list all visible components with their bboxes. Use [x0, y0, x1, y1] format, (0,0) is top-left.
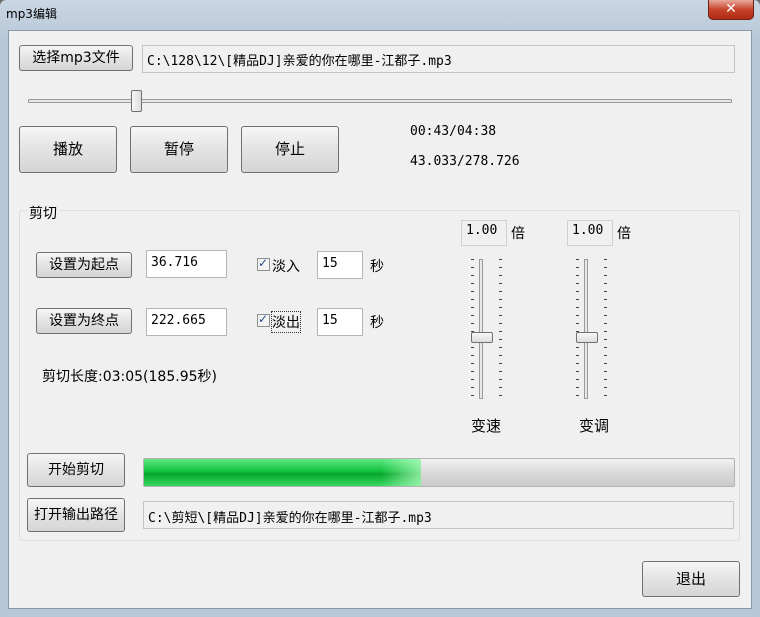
speed-slider-track[interactable]	[479, 259, 483, 399]
close-button[interactable]: ✕	[708, 0, 754, 20]
fade-in-label: 淡入	[272, 259, 300, 275]
fade-out-unit: 秒	[370, 315, 384, 331]
pause-button[interactable]: 暂停	[130, 126, 228, 173]
fade-out-label: 淡出	[271, 311, 301, 333]
cut-progress-bar	[143, 458, 735, 487]
stop-button[interactable]: 停止	[241, 126, 339, 173]
speed-slider-thumb[interactable]	[471, 331, 493, 343]
pitch-ticks-right	[604, 259, 607, 399]
seek-slider-thumb[interactable]	[131, 90, 143, 112]
input-file-path: C:\128\12\[精品DJ]亲爱的你在哪里-江都子.mp3	[142, 45, 735, 73]
start-cut-button[interactable]: 开始剪切	[27, 453, 125, 487]
speed-ticks-left	[471, 259, 474, 399]
pitch-label: 变调	[579, 417, 610, 435]
app-window: mp3编辑 ✕ 选择mp3文件 C:\128\12\[精品DJ]亲爱的你在哪里-…	[0, 0, 760, 617]
client-area: 选择mp3文件 C:\128\12\[精品DJ]亲爱的你在哪里-江都子.mp3 …	[8, 30, 752, 609]
set-end-button[interactable]: 设置为终点	[36, 308, 132, 334]
speed-label: 变速	[471, 417, 502, 435]
window-title: mp3编辑	[6, 7, 57, 21]
time-display: 00:43/04:38	[410, 124, 497, 139]
fade-in-unit: 秒	[370, 259, 384, 275]
speed-ticks-right	[499, 259, 502, 399]
pitch-slider-thumb[interactable]	[576, 331, 598, 343]
speed-value-field: 1.00	[461, 220, 507, 246]
fade-in-seconds-field[interactable]: 15	[317, 251, 363, 279]
cut-length-text: 剪切长度:03:05(185.95秒)	[42, 369, 217, 385]
title-bar[interactable]: mp3编辑 ✕	[0, 0, 760, 26]
fade-in-checkbox[interactable]	[257, 256, 270, 271]
pitch-value-field: 1.00	[567, 220, 613, 246]
speed-unit: 倍	[511, 226, 525, 242]
set-start-button[interactable]: 设置为起点	[36, 252, 132, 278]
start-point-field[interactable]: 36.716	[146, 250, 227, 278]
fade-out-checkbox[interactable]	[257, 312, 270, 327]
cut-group-label: 剪切	[27, 203, 59, 223]
end-point-field[interactable]: 222.665	[146, 308, 227, 336]
pitch-unit: 倍	[617, 226, 631, 242]
cut-progress-glow	[381, 459, 422, 486]
pitch-slider[interactable]	[576, 259, 607, 399]
cut-progress-fill	[144, 459, 422, 486]
select-mp3-button[interactable]: 选择mp3文件	[19, 45, 133, 71]
fade-out-seconds-field[interactable]: 15	[317, 308, 363, 336]
pitch-ticks-left	[576, 259, 579, 399]
open-output-path-button[interactable]: 打开输出路径	[27, 498, 125, 532]
seconds-display: 43.033/278.726	[410, 154, 520, 169]
play-button[interactable]: 播放	[19, 126, 117, 173]
output-file-path: C:\剪短\[精品DJ]亲爱的你在哪里-江都子.mp3	[143, 501, 734, 529]
speed-slider[interactable]	[471, 259, 502, 399]
pitch-slider-track[interactable]	[584, 259, 588, 399]
exit-button[interactable]: 退出	[642, 561, 740, 597]
